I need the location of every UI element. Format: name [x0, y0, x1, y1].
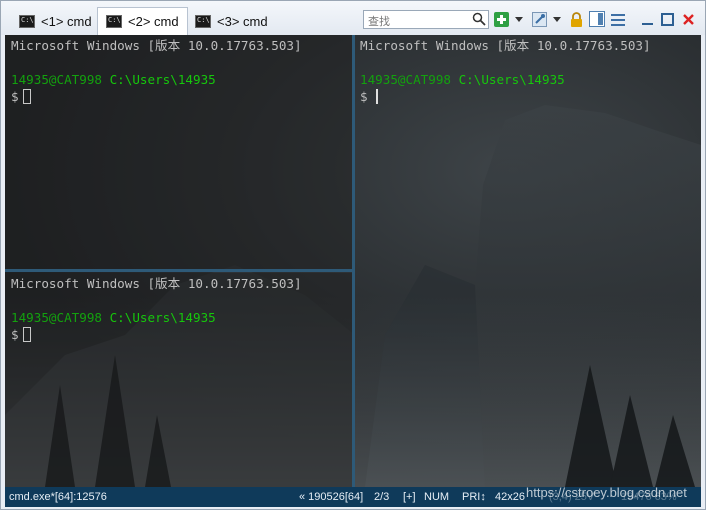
console-pane-left-top[interactable]: Microsoft Windows [版本 10.0.17763.503] 14… [5, 35, 352, 269]
prompt-user: 14935@CAT998 [360, 72, 451, 87]
watermark: https://cstroey.blog.csdn.net [526, 485, 687, 500]
split-view-icon[interactable] [589, 11, 605, 27]
status-buffer[interactable]: « 190526[64] [299, 487, 363, 507]
text-cursor [375, 89, 378, 104]
prompt-symbol: $ [360, 89, 368, 104]
minimize-icon[interactable] [639, 11, 655, 27]
settings-icon[interactable] [531, 11, 547, 27]
console-area: Microsoft Windows [版本 10.0.17763.503] 14… [5, 35, 701, 487]
settings-dropdown[interactable] [553, 17, 561, 22]
tab-1[interactable]: <1> cmd [11, 9, 100, 33]
prompt-header: 14935@CAT998 C:\Users\14935 [360, 71, 695, 88]
prompt-path: C:\Users\14935 [109, 72, 216, 87]
cmd-icon [106, 15, 122, 28]
tab-3[interactable]: <3> cmd [187, 9, 276, 33]
vertical-splitter[interactable] [352, 35, 355, 487]
prompt-user: 14935@CAT998 [11, 72, 102, 87]
tab-label: <1> cmd [41, 13, 92, 29]
console-pane-left-bottom[interactable]: Microsoft Windows [版本 10.0.17763.503] 14… [5, 273, 352, 487]
prompt-symbol: $ [11, 89, 19, 104]
search-placeholder: 查找 [368, 15, 390, 28]
status-size[interactable]: 42x26 [495, 487, 525, 507]
tab-label: <2> cmd [128, 14, 179, 29]
text-cursor [22, 89, 31, 104]
search-icon[interactable] [472, 12, 486, 26]
hamburger-icon[interactable] [610, 11, 626, 27]
version-banner: Microsoft Windows [版本 10.0.17763.503] [11, 276, 302, 291]
conemu-window: <1> cmd <2> cmd <3> cmd 查找 [0, 0, 706, 510]
prompt-header: 14935@CAT998 C:\Users\14935 [11, 309, 346, 326]
prompt-user: 14935@CAT998 [11, 310, 102, 325]
status-numlock[interactable]: NUM [424, 487, 449, 507]
plus-icon[interactable] [493, 11, 509, 27]
horizontal-splitter[interactable] [5, 269, 352, 272]
maximize-icon[interactable] [659, 11, 675, 27]
prompt-path: C:\Users\14935 [458, 72, 565, 87]
text-cursor [22, 327, 31, 342]
version-banner: Microsoft Windows [版本 10.0.17763.503] [11, 38, 302, 53]
status-insert-mode[interactable]: [+] [403, 487, 416, 507]
prompt-line: $ [11, 326, 346, 343]
status-priority[interactable]: PRI↕ [462, 487, 486, 507]
cmd-icon [19, 14, 35, 28]
new-console-dropdown[interactable] [515, 17, 523, 22]
prompt-path: C:\Users\14935 [109, 310, 216, 325]
lock-icon[interactable] [568, 11, 584, 27]
prompt-line: $ [11, 88, 346, 105]
version-banner: Microsoft Windows [版本 10.0.17763.503] [360, 38, 651, 53]
cmd-icon [195, 14, 211, 28]
prompt-symbol: $ [11, 327, 19, 342]
tab-2[interactable]: <2> cmd [97, 7, 188, 35]
status-console-index[interactable]: 2/3 [374, 487, 389, 507]
search-input[interactable]: 查找 [363, 10, 489, 29]
tab-label: <3> cmd [217, 13, 268, 29]
prompt-header: 14935@CAT998 C:\Users\14935 [11, 71, 346, 88]
prompt-line: $ [360, 88, 695, 105]
status-process[interactable]: cmd.exe*[64]:12576 [9, 487, 107, 507]
close-icon[interactable] [680, 11, 696, 27]
console-pane-right[interactable]: Microsoft Windows [版本 10.0.17763.503] 14… [354, 35, 701, 487]
tab-bar: <1> cmd <2> cmd <3> cmd 查找 [1, 1, 705, 35]
